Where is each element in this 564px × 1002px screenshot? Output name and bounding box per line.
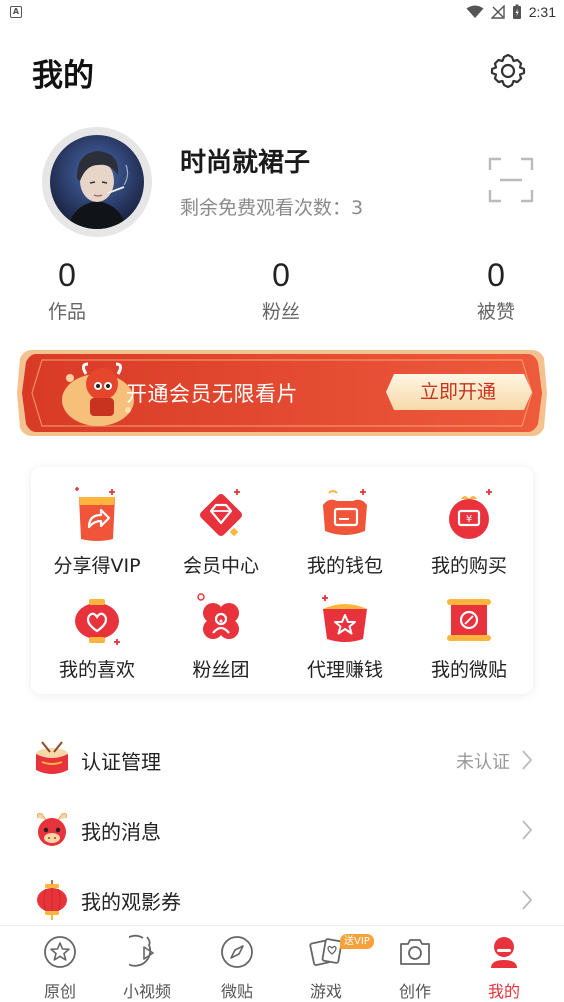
- signal-off-icon: [490, 5, 505, 19]
- wifi-icon: [466, 5, 484, 18]
- chevron-right-icon: [522, 750, 533, 770]
- ox-icon: [37, 813, 67, 846]
- page-title: 我的: [32, 58, 94, 94]
- grid-item-likes[interactable]: 我的喜欢: [35, 589, 159, 682]
- grid-item-member-center[interactable]: 会员中心: [159, 485, 283, 578]
- settings-gear-icon[interactable]: [488, 51, 528, 91]
- banner-text: 开通会员无限看片: [126, 382, 298, 406]
- list-item-verification[interactable]: 认证管理 未认证: [0, 730, 564, 790]
- grid-label: 代理赚钱: [306, 659, 383, 681]
- avatar-image: [50, 135, 144, 229]
- grid-label: 我的钱包: [306, 555, 383, 577]
- status-bar: A 2:31: [0, 0, 564, 24]
- nav-label: 原创: [43, 982, 76, 1001]
- list-label: 我的观影券: [81, 890, 181, 914]
- nav-label: 创作: [398, 982, 431, 1001]
- cards-icon: [309, 938, 343, 966]
- stat-value: 0: [272, 257, 290, 293]
- stat-fans[interactable]: 0 粉丝: [231, 255, 331, 324]
- compass-icon: [221, 936, 253, 968]
- stat-likes[interactable]: 0 被赞: [446, 255, 546, 324]
- scan-icon[interactable]: [488, 157, 534, 203]
- chevron-right-icon: [522, 890, 533, 910]
- avatar[interactable]: [42, 127, 152, 237]
- grid-label: 我的购买: [430, 555, 507, 577]
- tab-original[interactable]: 原创: [13, 926, 107, 1002]
- bottom-nav: 原创 小视频 微贴 游戏 创作 我的: [0, 925, 564, 1002]
- camera-icon: [400, 939, 430, 965]
- svg-text:¥: ¥: [466, 514, 472, 525]
- agent-icon: [322, 595, 367, 642]
- grid-item-agent[interactable]: 代理赚钱: [283, 589, 407, 682]
- tab-posts[interactable]: 微贴: [190, 926, 284, 1002]
- heart-lantern-icon: [75, 599, 120, 645]
- grid-label: 我的喜欢: [58, 659, 135, 681]
- nav-label: 小视频: [122, 982, 171, 1001]
- list-item-messages[interactable]: 我的消息: [0, 800, 564, 860]
- wallet-icon: [323, 489, 367, 535]
- grid-item-share-vip[interactable]: 分享得VIP: [35, 485, 159, 578]
- fans-icon: [197, 593, 239, 639]
- grid-item-fan-club[interactable]: 粉丝团: [159, 589, 283, 682]
- stat-value: 0: [58, 257, 76, 293]
- nav-label: 游戏: [309, 982, 342, 1001]
- app-notification-icon: A: [10, 6, 22, 18]
- stat-label: 被赞: [476, 301, 515, 323]
- list-label: 我的消息: [81, 820, 161, 844]
- grid-label: 会员中心: [182, 555, 259, 577]
- play-icon: [119, 934, 154, 967]
- stat-value: 0: [487, 257, 505, 293]
- grid-item-my-posts[interactable]: 我的微贴: [407, 589, 531, 682]
- grid-label: 分享得VIP: [53, 555, 141, 577]
- verification-status: 未认证: [456, 752, 510, 773]
- open-vip-button[interactable]: 立即开通: [390, 372, 526, 412]
- list-item-movie-tickets[interactable]: 我的观影券: [0, 870, 564, 930]
- feature-grid: 分享得VIP 会员中心 我的钱包 ¥ 我的购买 我的喜欢 粉丝团 代理赚钱 我的…: [31, 467, 533, 694]
- nav-label: 我的: [487, 982, 520, 1001]
- stat-label: 粉丝: [261, 301, 300, 323]
- drum-icon: [36, 741, 68, 774]
- list-label: 认证管理: [81, 750, 161, 774]
- username: 时尚就裙子: [180, 148, 311, 178]
- nav-label: 微贴: [220, 982, 253, 1001]
- tab-short-video[interactable]: 小视频: [100, 926, 194, 1002]
- tab-create[interactable]: 创作: [368, 926, 462, 1002]
- chevron-right-icon: [522, 820, 533, 840]
- lantern-icon: [37, 880, 67, 920]
- scroll-icon: [447, 599, 491, 641]
- grid-label: 粉丝团: [192, 659, 250, 681]
- grid-item-wallet[interactable]: 我的钱包: [283, 485, 407, 578]
- grid-label: 我的微贴: [430, 659, 507, 681]
- diamond-icon: [200, 489, 242, 537]
- share-icon: [75, 487, 115, 541]
- clock: 2:31: [528, 4, 556, 20]
- tab-me[interactable]: 我的: [457, 926, 551, 1002]
- battery-icon: [512, 4, 521, 19]
- game-vip-badge: 送VIP: [340, 934, 374, 949]
- status-icons: 2:31: [466, 3, 556, 21]
- free-views-remaining: 剩余免费观看次数：3: [180, 197, 364, 219]
- stat-works[interactable]: 0 作品: [17, 255, 117, 324]
- purchase-icon: ¥: [449, 489, 492, 539]
- grid-item-purchase[interactable]: ¥ 我的购买: [407, 485, 531, 578]
- profile-icon: [491, 937, 517, 968]
- star-icon: [44, 936, 76, 968]
- stat-label: 作品: [47, 301, 86, 323]
